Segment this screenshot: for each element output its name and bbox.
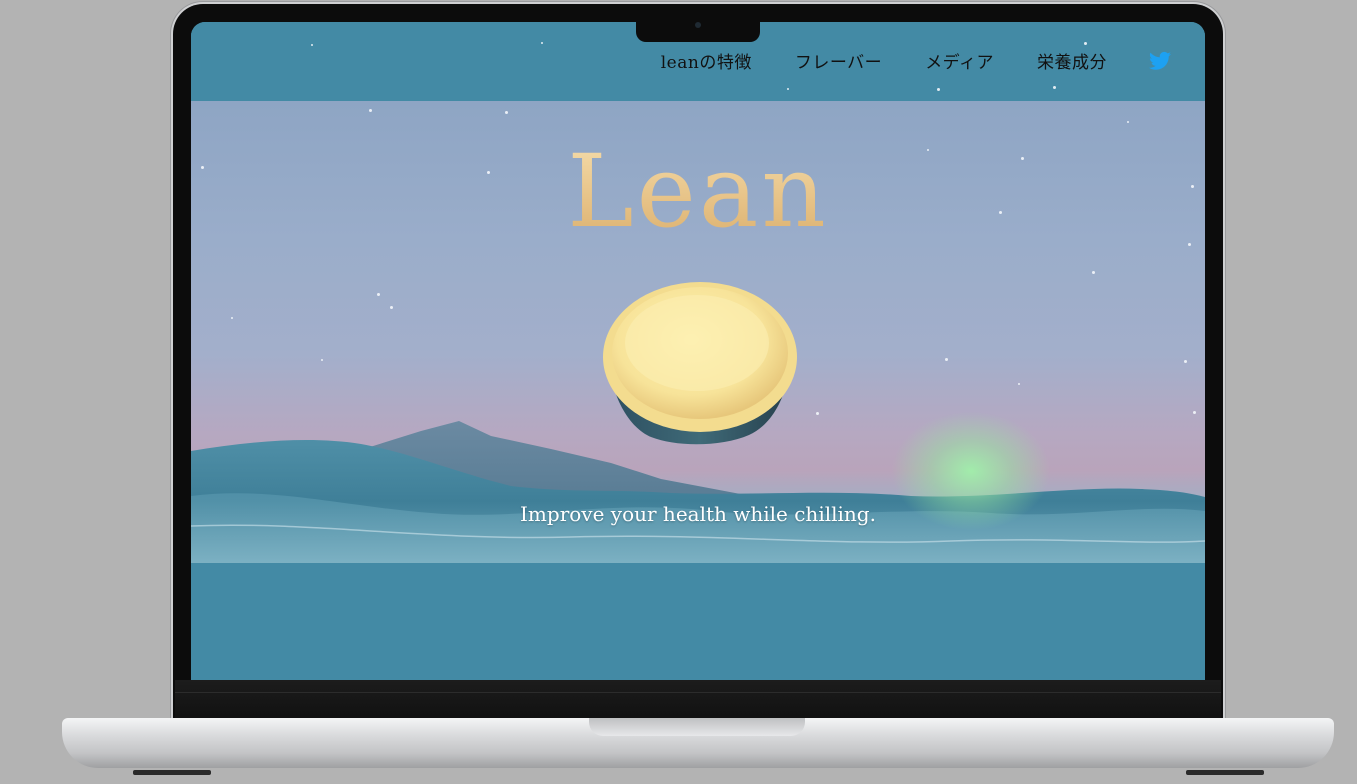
laptop-opening-notch (589, 718, 805, 736)
browser-viewport: leanの特徴 フレーバー メディア 栄養成分 Lean Improve you… (191, 22, 1205, 680)
twitter-icon[interactable] (1149, 51, 1171, 71)
star (1184, 360, 1187, 363)
star (816, 412, 819, 415)
star (1092, 271, 1095, 274)
nav-link-flavors[interactable]: フレーバー (795, 48, 882, 73)
star (945, 358, 948, 361)
star (1018, 383, 1020, 385)
star (1193, 411, 1196, 414)
laptop-foot-left (133, 770, 211, 775)
chin-divider (175, 692, 1221, 693)
main-nav: leanの特徴 フレーバー メディア 栄養成分 (661, 48, 1205, 73)
star (1053, 86, 1056, 89)
star (377, 293, 380, 296)
star (1084, 42, 1087, 45)
hero-title: Lean (191, 133, 1205, 250)
nav-link-nutrition[interactable]: 栄養成分 (1037, 48, 1107, 73)
ice-cream-cup-image (603, 282, 797, 445)
star (1127, 121, 1129, 123)
star (369, 109, 372, 112)
hero-tagline: Improve your health while chilling. (520, 502, 876, 526)
star (390, 306, 393, 309)
star (787, 88, 789, 90)
nav-link-features[interactable]: leanの特徴 (661, 48, 752, 73)
nav-link-media[interactable]: メディア (925, 48, 994, 73)
star (321, 359, 323, 361)
star (937, 88, 940, 91)
star (505, 111, 508, 114)
camera-icon (695, 22, 701, 28)
star (231, 317, 233, 319)
hero-section: Lean Improve your health while chilling. (191, 101, 1205, 563)
star (541, 42, 543, 44)
laptop-foot-right (1186, 770, 1264, 775)
star (311, 44, 313, 46)
laptop-chin (175, 680, 1221, 720)
